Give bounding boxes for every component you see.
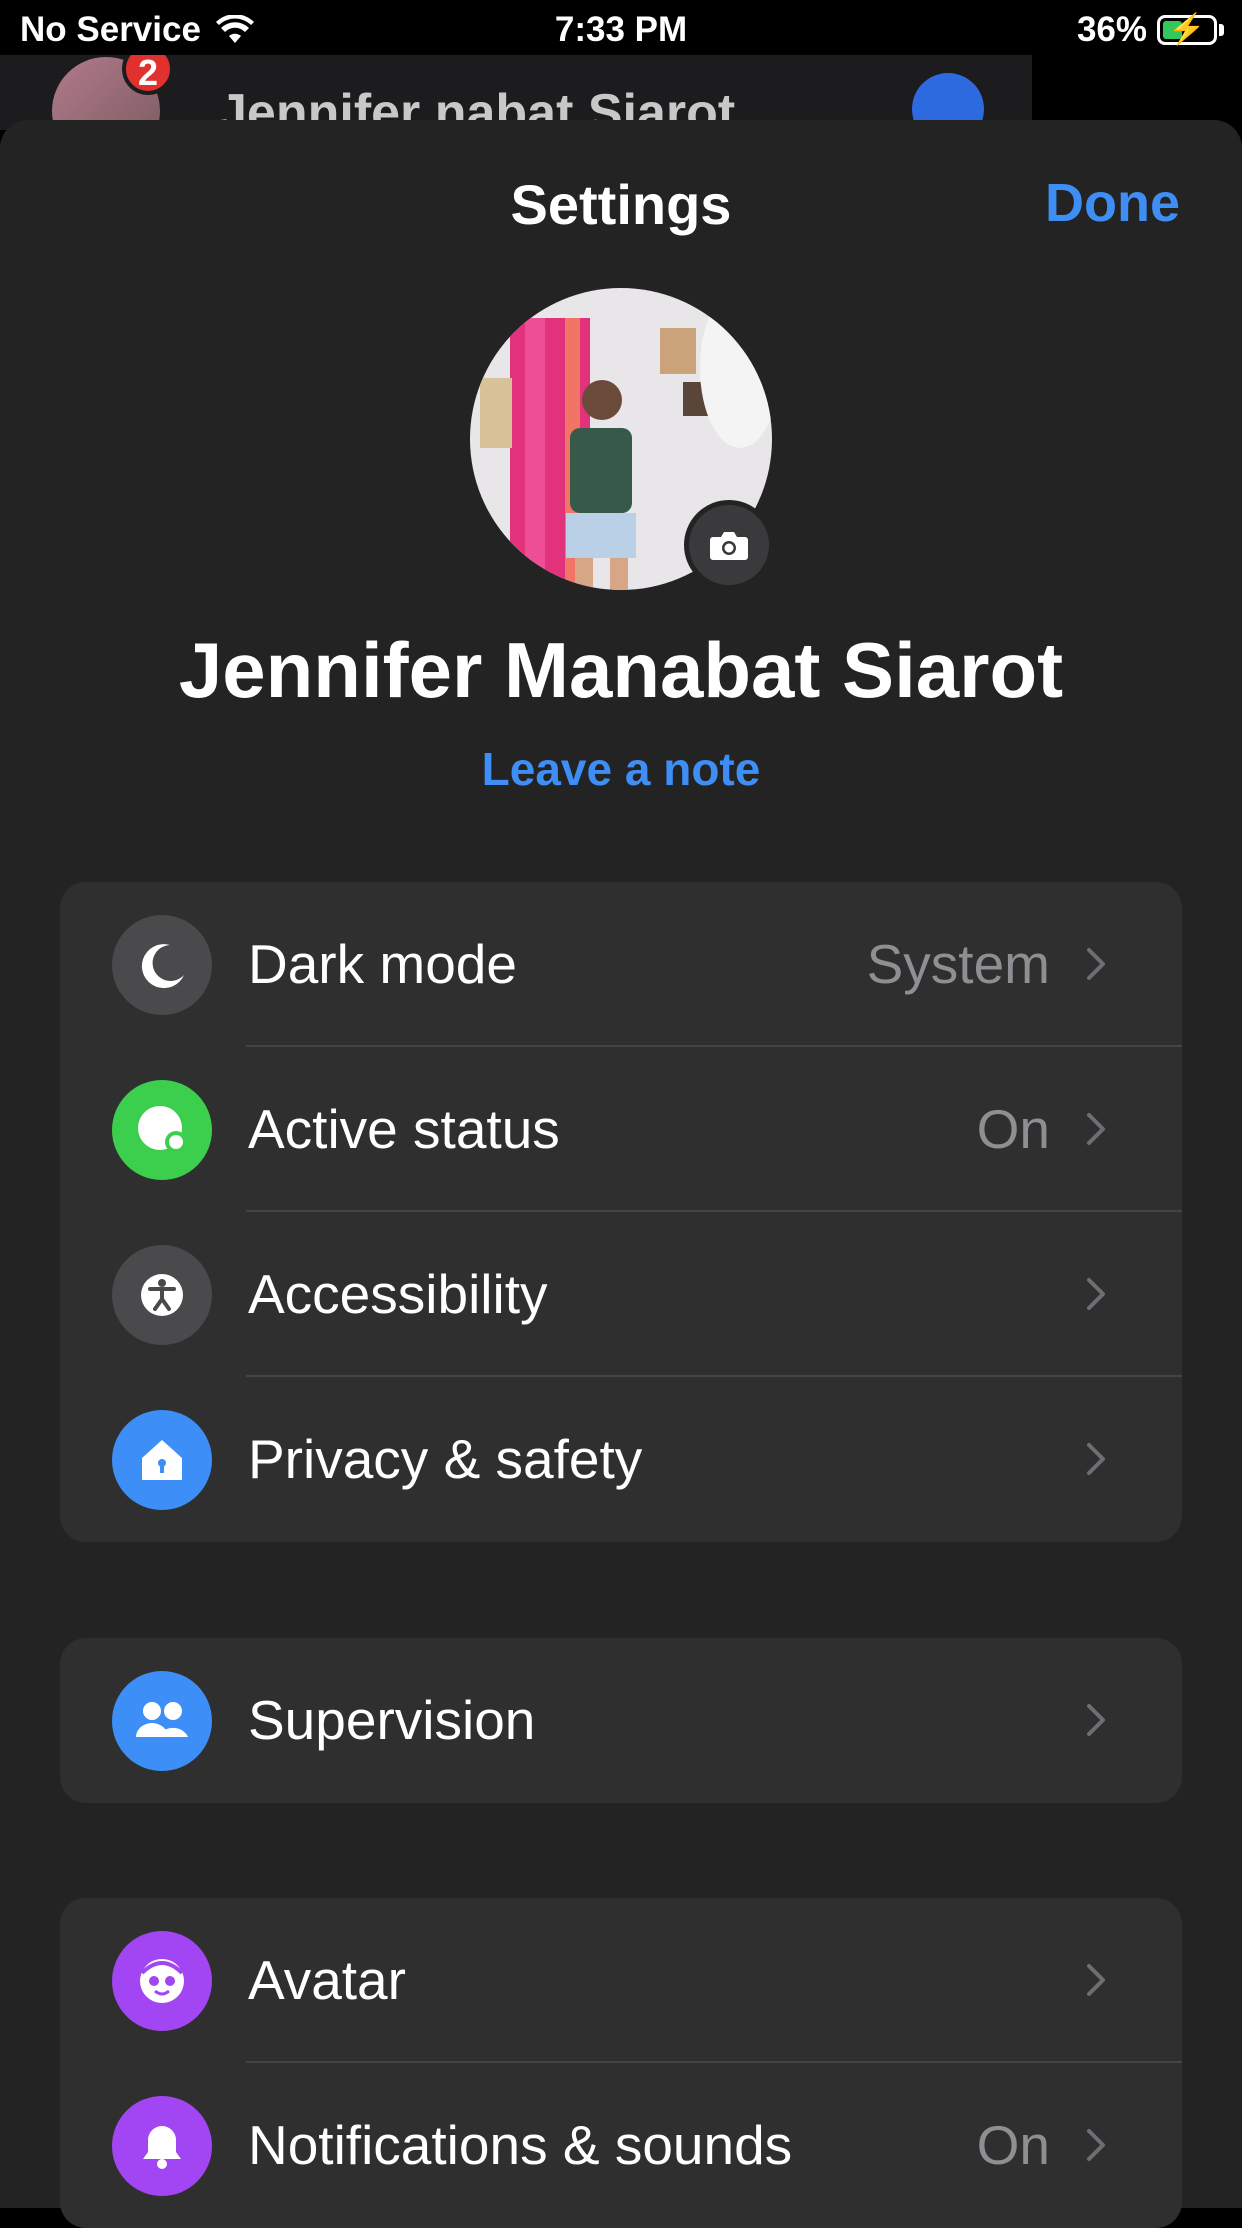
- active-status-icon: [112, 1080, 212, 1180]
- done-button[interactable]: Done: [1045, 172, 1180, 234]
- bell-icon: [112, 2096, 212, 2196]
- camera-icon: [710, 532, 748, 560]
- settings-group-3: Avatar Notifications & sounds On: [60, 1898, 1182, 2228]
- settings-sheet: Settings Done Jennifer Manabat Siarot Le…: [0, 120, 1242, 2228]
- row-value: System: [866, 933, 1050, 995]
- settings-group-2: Supervision: [60, 1638, 1182, 1803]
- privacy-home-icon: [112, 1410, 212, 1510]
- row-value: On: [976, 1098, 1050, 1160]
- settings-group-1: Dark mode System Active status On Access…: [60, 882, 1182, 1542]
- avatar-face-icon: [112, 1931, 212, 2031]
- battery-icon: ⚡: [1157, 13, 1217, 46]
- row-label: Accessibility: [248, 1263, 548, 1325]
- row-label: Supervision: [248, 1689, 536, 1751]
- moon-icon: [112, 915, 212, 1015]
- leave-note-link[interactable]: Leave a note: [0, 742, 1242, 796]
- chevron-right-icon: [1087, 1704, 1105, 1736]
- chevron-right-icon: [1087, 1113, 1105, 1145]
- battery-percent: 36%: [1076, 10, 1147, 49]
- row-dark-mode[interactable]: Dark mode System: [60, 882, 1182, 1047]
- battery-cap: [1219, 24, 1224, 36]
- row-label: Avatar: [248, 1949, 406, 2011]
- row-notifications-sounds[interactable]: Notifications & sounds On: [60, 2063, 1182, 2228]
- accessibility-icon: [112, 1245, 212, 1345]
- row-value: On: [976, 2114, 1050, 2176]
- profile-name: Jennifer Manabat Siarot: [178, 626, 1064, 714]
- row-label: Privacy & safety: [248, 1428, 643, 1490]
- status-right: 36% ⚡: [1077, 10, 1224, 50]
- row-supervision[interactable]: Supervision: [60, 1638, 1182, 1803]
- row-label: Active status: [248, 1098, 560, 1160]
- chevron-right-icon: [1087, 1278, 1105, 1310]
- row-active-status[interactable]: Active status On: [60, 1047, 1182, 1212]
- chevron-right-icon: [1087, 948, 1105, 980]
- chevron-right-icon: [1087, 1443, 1105, 1475]
- supervision-people-icon: [112, 1671, 212, 1771]
- status-bar: No Service 7:33 PM 36% ⚡: [0, 0, 1242, 62]
- row-privacy-safety[interactable]: Privacy & safety: [60, 1377, 1182, 1542]
- status-time: 7:33 PM: [554, 10, 688, 49]
- chevron-right-icon: [1087, 1964, 1105, 1996]
- chevron-right-icon: [1087, 2129, 1105, 2161]
- row-avatar[interactable]: Avatar: [60, 1898, 1182, 2063]
- row-accessibility[interactable]: Accessibility: [60, 1212, 1182, 1377]
- background-right-panel: 2: [1032, 55, 1242, 130]
- background-chat-header: 2 Jennifer nabat Siarot 2: [0, 55, 1242, 130]
- row-label: Dark mode: [248, 933, 517, 995]
- change-photo-button[interactable]: [684, 500, 774, 590]
- row-label: Notifications & sounds: [248, 2114, 793, 2176]
